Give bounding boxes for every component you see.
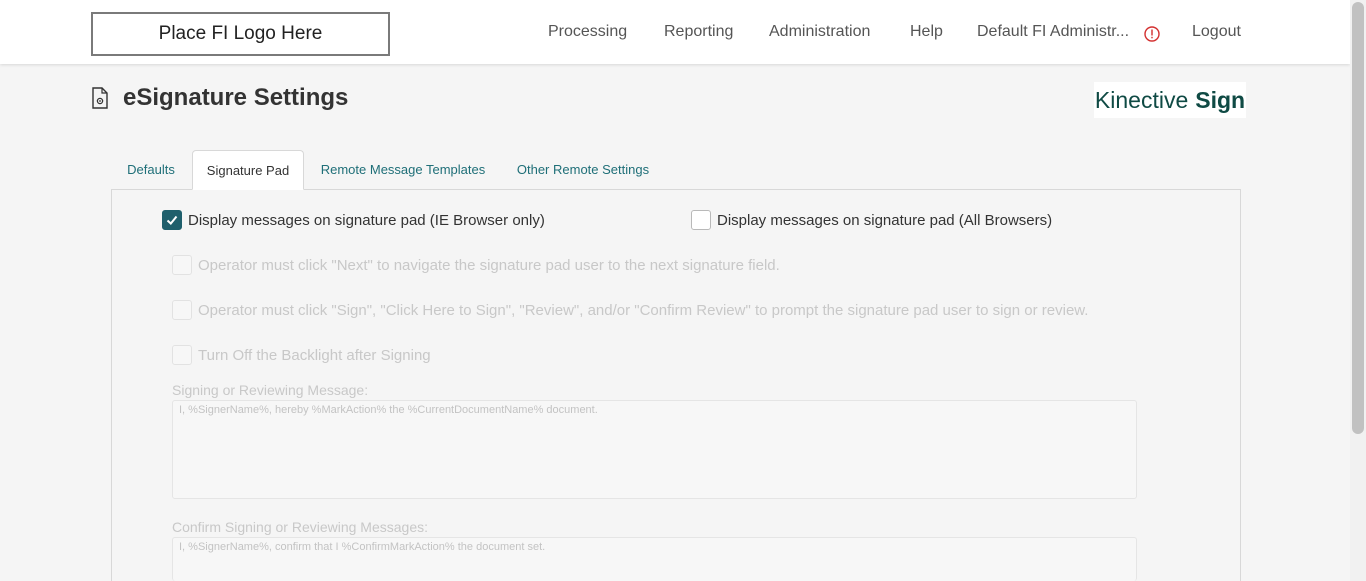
- confirm-message-label: Confirm Signing or Reviewing Messages:: [172, 519, 428, 535]
- nav-reporting[interactable]: Reporting: [664, 0, 733, 64]
- tab-defaults[interactable]: Defaults: [115, 150, 187, 188]
- checkbox-display-all[interactable]: [691, 210, 711, 230]
- checkbox-operator-sign-label: Operator must click "Sign", "Click Here …: [198, 301, 1089, 319]
- option-display-ie[interactable]: Display messages on signature pad (IE Br…: [162, 210, 545, 230]
- checkbox-operator-next[interactable]: [172, 255, 192, 275]
- checkbox-backlight-label: Turn Off the Backlight after Signing: [198, 346, 431, 364]
- settings-document-icon: [92, 87, 108, 109]
- tab-remote-message-templates[interactable]: Remote Message Templates: [312, 150, 494, 188]
- kinective-sign-logo: Kinective Sign: [1094, 82, 1246, 118]
- tab-other-remote-settings-label: Other Remote Settings: [516, 161, 650, 177]
- nav-user-label: Default FI Administr...: [977, 23, 1130, 40]
- brand-light: Kinective: [1094, 86, 1189, 113]
- checkbox-operator-next-label: Operator must click "Next" to navigate t…: [198, 256, 780, 274]
- nav-reporting-label: Reporting: [664, 23, 734, 40]
- tab-signature-pad-label: Signature Pad: [206, 162, 290, 178]
- nav-administration[interactable]: Administration: [769, 0, 870, 64]
- signing-message-textarea[interactable]: I, %SignerName%, hereby %MarkAction% the…: [172, 400, 1137, 499]
- signing-message-label: Signing or Reviewing Message:: [172, 382, 369, 398]
- scrollbar-thumb[interactable]: [1352, 2, 1364, 434]
- tab-defaults-label: Defaults: [127, 161, 175, 177]
- nav-logout[interactable]: Logout: [1192, 0, 1241, 64]
- alert-icon[interactable]: [1144, 26, 1160, 42]
- checkbox-display-ie-label: Display messages on signature pad (IE Br…: [188, 211, 545, 229]
- fi-logo-placeholder[interactable]: Place FI Logo Here: [91, 12, 390, 56]
- tab-signature-pad[interactable]: Signature Pad: [192, 150, 304, 190]
- checkbox-backlight[interactable]: [172, 345, 192, 365]
- nav-processing[interactable]: Processing: [548, 0, 627, 64]
- top-navigation-bar: Place FI Logo Here Processing Reporting …: [0, 0, 1350, 64]
- nav-logout-label: Logout: [1192, 23, 1241, 40]
- checkbox-operator-sign[interactable]: [172, 300, 192, 320]
- page-title: eSignature Settings: [123, 84, 349, 111]
- checkmark-icon: [166, 215, 178, 225]
- nav-administration-label: Administration: [769, 23, 871, 40]
- nav-user-menu[interactable]: Default FI Administr...: [977, 0, 1129, 64]
- logo-text: Place FI Logo Here: [158, 23, 323, 44]
- nav-help-label: Help: [910, 23, 943, 40]
- option-operator-sign[interactable]: Operator must click "Sign", "Click Here …: [172, 300, 1088, 320]
- brand-bold: Sign: [1195, 86, 1246, 113]
- checkbox-display-ie[interactable]: [162, 210, 182, 230]
- nav-processing-label: Processing: [548, 23, 628, 40]
- checkbox-display-all-label: Display messages on signature pad (All B…: [717, 211, 1053, 229]
- option-display-all[interactable]: Display messages on signature pad (All B…: [691, 210, 1052, 230]
- option-backlight[interactable]: Turn Off the Backlight after Signing: [172, 345, 431, 365]
- option-operator-next[interactable]: Operator must click "Next" to navigate t…: [172, 255, 780, 275]
- confirm-message-textarea[interactable]: I, %SignerName%, confirm that I %Confirm…: [172, 537, 1137, 581]
- tab-remote-message-templates-label: Remote Message Templates: [320, 161, 486, 177]
- tab-other-remote-settings[interactable]: Other Remote Settings: [508, 150, 658, 188]
- nav-help[interactable]: Help: [910, 0, 943, 64]
